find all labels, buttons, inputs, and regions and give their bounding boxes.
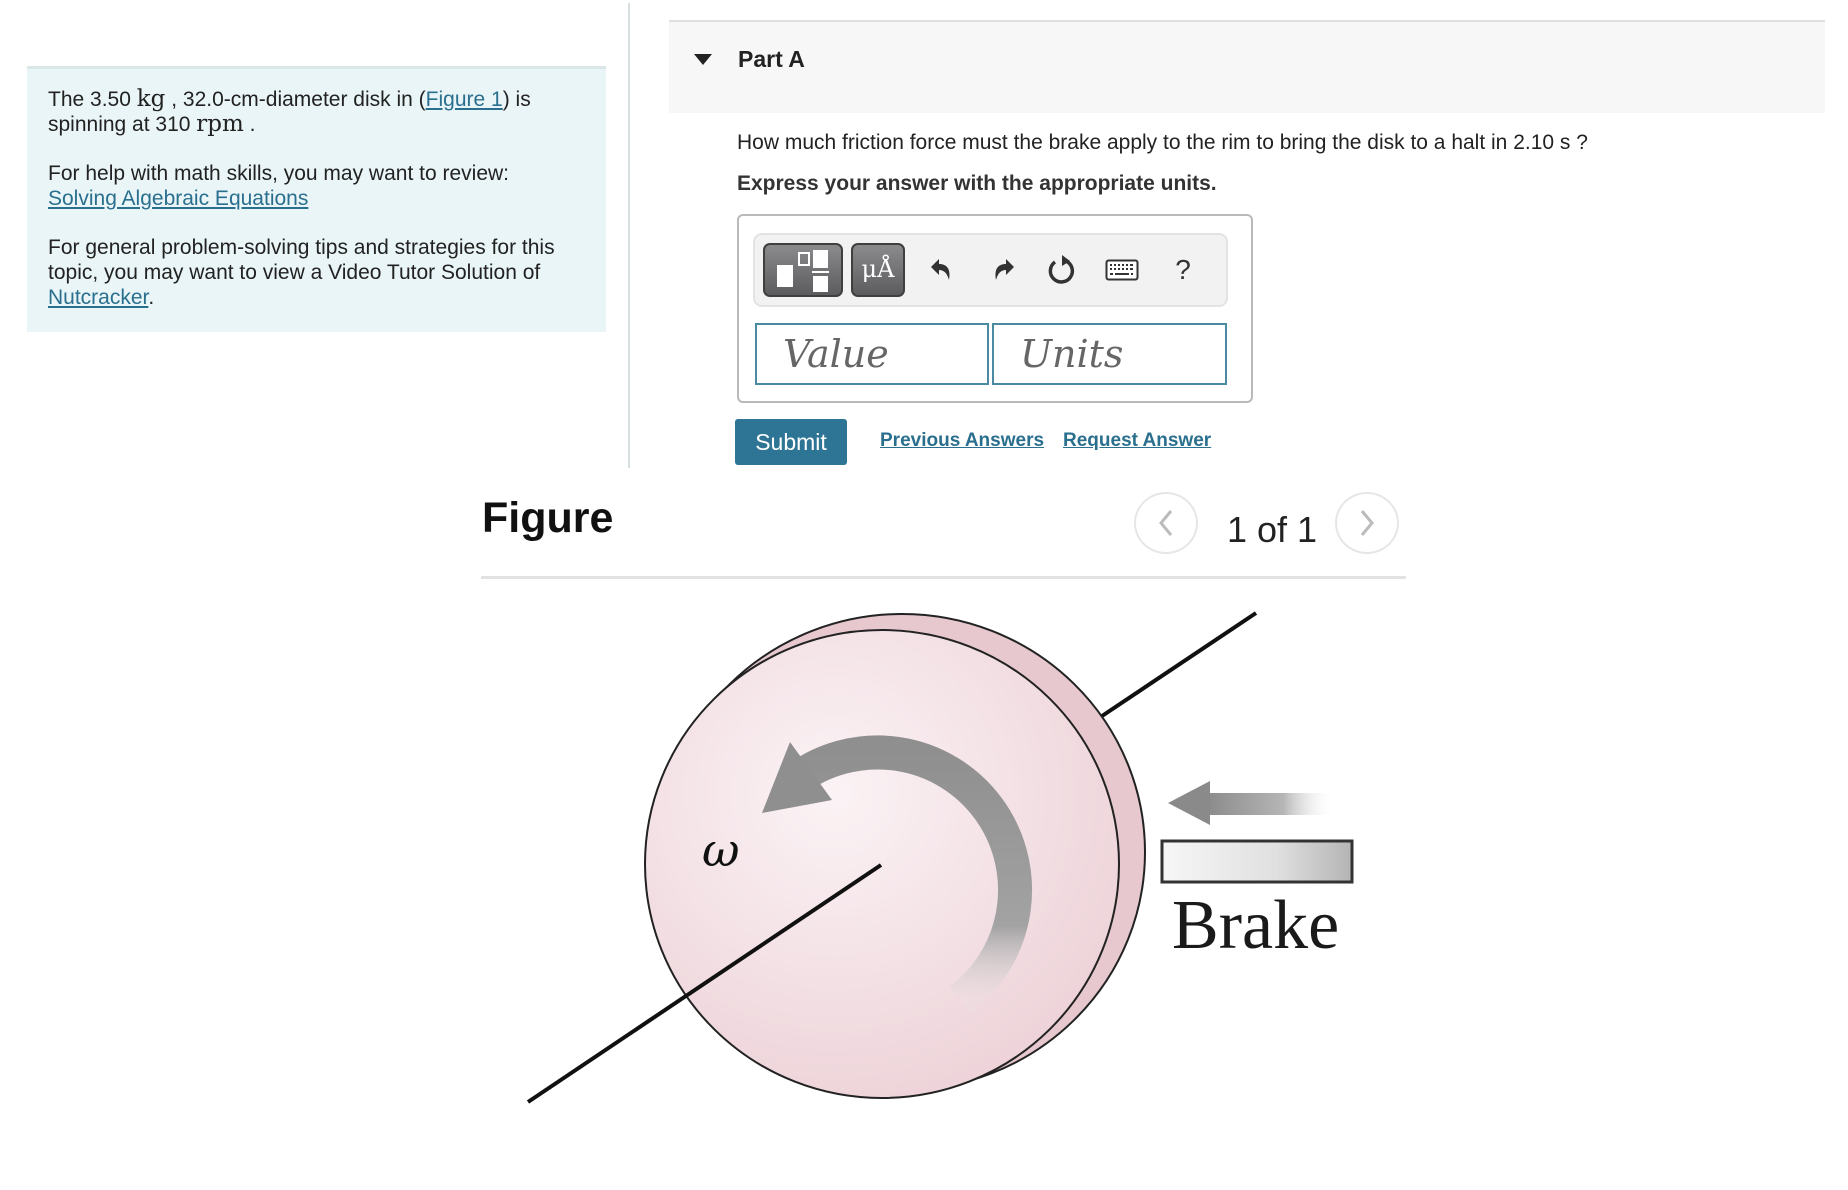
push-arrow-shaft [1205,793,1335,815]
figure-1-link[interactable]: Figure 1 [426,88,503,111]
chevron-right-icon [1360,510,1374,536]
video-tutor-tips: For general problem-solving tips and str… [48,236,555,309]
answer-box: μÅ ? Value Units [737,214,1253,403]
brake-label: Brake [1172,887,1339,964]
figure-prev-button[interactable] [1134,492,1198,554]
question-text: How much friction force must the brake a… [737,131,1588,154]
math-help: For help with math skills, you may want … [48,162,509,210]
figure-pager-count: 1 of 1 [1227,509,1318,550]
math-toolbar: μÅ ? [753,233,1228,307]
templates-button[interactable] [763,243,843,297]
undo-icon [931,259,950,280]
request-answer-link[interactable]: Request Answer [1063,430,1211,452]
column-divider [628,3,630,468]
redo-icon [995,259,1014,280]
previous-answers-link[interactable]: Previous Answers [880,430,1044,452]
figure-title: Figure [482,494,614,542]
help-button[interactable]: ? [1165,252,1201,288]
nutcracker-link[interactable]: Nutcracker [48,286,148,309]
templates-icon [777,250,829,292]
solving-algebraic-equations-link[interactable]: Solving Algebraic Equations [48,187,308,210]
push-arrow-head [1168,781,1210,825]
problem-intro: The 3.50 kg , 32.0-cm-diameter disk in (… [48,86,531,137]
units-input[interactable] [992,323,1227,385]
value-input[interactable] [755,323,989,385]
rotation-arrow [784,735,1032,1014]
undo-button[interactable] [923,252,959,288]
instruction-text: Express your answer with the appropriate… [737,172,1217,195]
rotation-arrowhead [762,742,832,813]
submit-button[interactable]: Submit [735,419,847,465]
reset-icon [1048,255,1075,284]
speed-unit: rpm [196,111,244,137]
axle-front [526,863,883,1104]
chevron-left-icon [1159,510,1173,536]
omega-label: ω [702,823,740,877]
help-icon: ? [1175,254,1191,285]
keyboard-button[interactable] [1104,252,1140,288]
disk-rim [658,613,1146,1091]
collapse-triangle-icon[interactable] [694,54,712,65]
disk-face [644,629,1120,1099]
keyboard-icon [1105,259,1139,281]
brake-pad [1160,839,1354,884]
figure-next-button[interactable] [1335,492,1399,554]
units-button-label: μÅ [861,255,895,283]
mass-unit: kg [136,86,166,112]
figure-divider [481,576,1406,579]
axle-back [1100,611,1258,718]
reset-button[interactable] [1044,252,1080,288]
part-title: Part A [738,46,805,72]
units-button[interactable]: μÅ [851,243,905,297]
problem-statement-panel: The 3.50 kg , 32.0-cm-diameter disk in (… [27,66,606,332]
part-a-header[interactable]: Part A [669,20,1825,113]
redo-button[interactable] [986,252,1022,288]
